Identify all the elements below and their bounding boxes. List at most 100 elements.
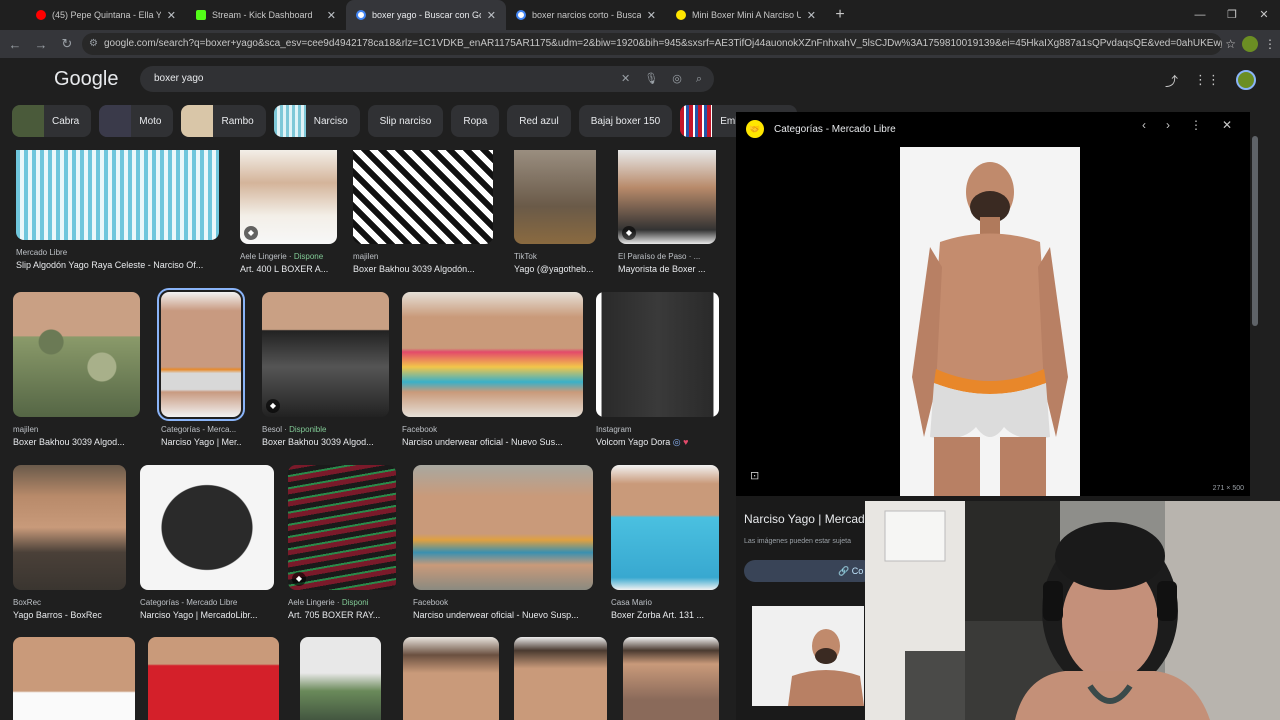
browser-tab[interactable]: Mini Boxer Mini A Narciso Unde ✕ — [666, 0, 826, 30]
image-result[interactable] — [13, 637, 135, 720]
related-image-thumbnail[interactable] — [752, 606, 864, 706]
previous-icon[interactable]: ‹ — [1142, 118, 1146, 132]
close-tab-icon[interactable]: ✕ — [807, 9, 816, 22]
image-result[interactable]: Instagram Volcom Yago Dora ◎ ♥ — [596, 292, 719, 448]
result-title[interactable]: Boxer Zorba Art. 131 ... — [611, 610, 719, 620]
back-icon[interactable]: ← — [4, 37, 26, 52]
close-icon[interactable]: ✕ — [1222, 118, 1232, 132]
chip-moto[interactable]: Moto — [99, 105, 174, 137]
result-thumbnail[interactable] — [13, 292, 140, 417]
preview-image[interactable] — [900, 147, 1080, 496]
image-result[interactable] — [514, 637, 607, 720]
browser-tab[interactable]: boxer narcios corto - Buscar co ✕ — [506, 0, 666, 30]
result-thumbnail[interactable] — [514, 150, 596, 244]
close-tab-icon[interactable]: ✕ — [167, 9, 176, 22]
result-title[interactable]: Volcom Yago Dora ◎ ♥ — [596, 437, 719, 448]
result-thumbnail[interactable]: ◆ — [288, 465, 396, 590]
result-title[interactable]: Boxer Bakhou 3039 Algod... — [13, 437, 140, 447]
image-result[interactable]: ◆ Besol · Disponible Boxer Bakhou 3039 A… — [262, 292, 389, 447]
result-thumbnail[interactable] — [353, 150, 493, 244]
bookmark-star-icon[interactable]: ☆ — [1225, 37, 1236, 51]
result-thumbnail[interactable]: ◆ — [240, 150, 337, 244]
image-result[interactable]: majilen Boxer Bakhou 3039 Algod... — [13, 292, 140, 447]
google-logo[interactable]: Google — [54, 68, 119, 91]
reload-icon[interactable]: ↻ — [56, 36, 78, 52]
preview-source[interactable]: Categorías - Mercado Libre — [774, 124, 896, 135]
minimize-icon[interactable]: — — [1184, 0, 1216, 30]
result-thumbnail[interactable] — [148, 637, 279, 720]
clear-icon[interactable]: ✕ — [621, 66, 630, 92]
result-thumbnail[interactable] — [403, 637, 499, 720]
image-result[interactable]: TikTok Yago (@yagotheb... — [514, 150, 596, 274]
result-thumbnail[interactable]: ◆ — [262, 292, 389, 417]
lens-search-icon[interactable]: ⊡ — [750, 469, 759, 482]
result-title[interactable]: Narciso underwear oficial - Nuevo Susp..… — [413, 610, 593, 620]
microphone-icon[interactable]: 🎙 — [644, 66, 658, 92]
close-tab-icon[interactable]: ✕ — [647, 9, 656, 22]
image-result[interactable]: Categorías - Mercado Libre Narciso Yago … — [140, 465, 274, 620]
image-result[interactable]: ◆ Aele Lingerie · Disponi Art. 705 BOXER… — [288, 465, 396, 620]
image-result[interactable] — [403, 637, 499, 720]
result-thumbnail[interactable] — [157, 288, 245, 421]
image-result[interactable]: Facebook Narciso underwear oficial - Nue… — [413, 465, 593, 620]
chip-red-azul[interactable]: Red azul — [507, 105, 571, 137]
image-result[interactable] — [623, 637, 719, 720]
image-result[interactable]: Facebook Narciso underwear oficial - Nue… — [402, 292, 583, 447]
maximize-icon[interactable]: ❐ — [1216, 0, 1248, 30]
next-icon[interactable]: › — [1166, 118, 1170, 132]
close-window-icon[interactable]: ✕ — [1248, 0, 1280, 30]
close-tab-icon[interactable]: ✕ — [487, 9, 496, 22]
result-title[interactable]: Slip Algodón Yago Raya Celeste - Narciso… — [16, 260, 219, 270]
chip-rambo[interactable]: Rambo — [181, 105, 266, 137]
result-title[interactable]: Yago (@yagotheb... — [514, 264, 596, 274]
more-options-icon[interactable]: ⋮ — [1190, 118, 1202, 132]
forward-icon[interactable]: → — [30, 37, 52, 52]
browser-tab[interactable]: Stream - Kick Dashboard ✕ — [186, 0, 346, 30]
result-thumbnail[interactable] — [16, 150, 219, 240]
result-title[interactable]: Mayorista de Boxer ... — [618, 264, 716, 274]
result-thumbnail[interactable] — [140, 465, 274, 590]
chip-ropa[interactable]: Ropa — [451, 105, 500, 137]
result-thumbnail[interactable] — [514, 637, 607, 720]
image-result-selected[interactable]: Categorías - Merca... Narciso Yago | Mer… — [157, 288, 245, 447]
result-thumbnail[interactable]: ◆ — [618, 150, 716, 244]
site-info-icon[interactable]: ⚙ — [89, 33, 98, 55]
result-title[interactable]: Yago Barros - BoxRec — [13, 610, 126, 620]
close-tab-icon[interactable]: ✕ — [327, 9, 336, 22]
result-title[interactable]: Art. 705 BOXER RAY... — [288, 610, 396, 620]
result-title[interactable]: Narciso Yago | Mer... — [161, 437, 241, 447]
new-tab-button[interactable]: + — [826, 0, 854, 30]
image-result[interactable]: Casa Mario Boxer Zorba Art. 131 ... — [611, 465, 719, 620]
image-result[interactable] — [300, 637, 381, 720]
result-thumbnail[interactable] — [402, 292, 583, 417]
result-thumbnail[interactable] — [13, 637, 135, 720]
result-title[interactable]: Narciso underwear oficial - Nuevo Sus... — [402, 437, 583, 447]
image-result[interactable]: majilen Boxer Bakhou 3039 Algodón... — [353, 150, 493, 274]
result-title[interactable]: Boxer Bakhou 3039 Algod... — [262, 437, 389, 447]
address-bar[interactable]: ⚙ google.com/search?q=boxer+yago&sca_esv… — [82, 33, 1222, 55]
result-title[interactable]: Art. 400 L BOXER A... — [240, 264, 337, 274]
menu-icon[interactable]: ⋮ — [1264, 37, 1276, 51]
apps-grid-icon[interactable]: ⋮⋮ — [1194, 72, 1220, 88]
result-thumbnail[interactable] — [413, 465, 593, 590]
image-result[interactable] — [148, 637, 279, 720]
image-result[interactable]: ◆ Aele Lingerie · Dispone Art. 400 L BOX… — [240, 150, 337, 274]
result-thumbnail[interactable] — [623, 637, 719, 720]
result-thumbnail[interactable] — [596, 292, 719, 417]
chip-bajaj-boxer-150[interactable]: Bajaj boxer 150 — [578, 105, 673, 137]
result-title[interactable]: Boxer Bakhou 3039 Algodón... — [353, 264, 493, 274]
account-avatar[interactable] — [1236, 70, 1256, 90]
profile-avatar[interactable] — [1242, 36, 1258, 52]
image-result[interactable]: ◆ El Paraíso de Paso · ... Mayorista de … — [618, 150, 716, 274]
lens-icon[interactable]: ◎ — [672, 66, 682, 92]
result-title[interactable]: Narciso Yago | MercadoLibr... — [140, 610, 274, 620]
share-icon[interactable]: ⤴ — [1165, 71, 1178, 90]
result-thumbnail[interactable] — [300, 637, 381, 720]
chip-cabra[interactable]: Cabra — [12, 105, 92, 137]
chip-slip-narciso[interactable]: Slip narciso — [367, 105, 444, 137]
result-thumbnail[interactable] — [13, 465, 126, 590]
search-icon[interactable]: ⌕ — [696, 66, 702, 92]
visit-button[interactable]: 🔗 Co — [744, 560, 874, 582]
browser-tab[interactable]: (45) Pepe Quintana - Ella Y Yo F ✕ — [26, 0, 186, 30]
search-input[interactable]: boxer yago ✕ 🎙 ◎ ⌕ — [140, 66, 714, 92]
